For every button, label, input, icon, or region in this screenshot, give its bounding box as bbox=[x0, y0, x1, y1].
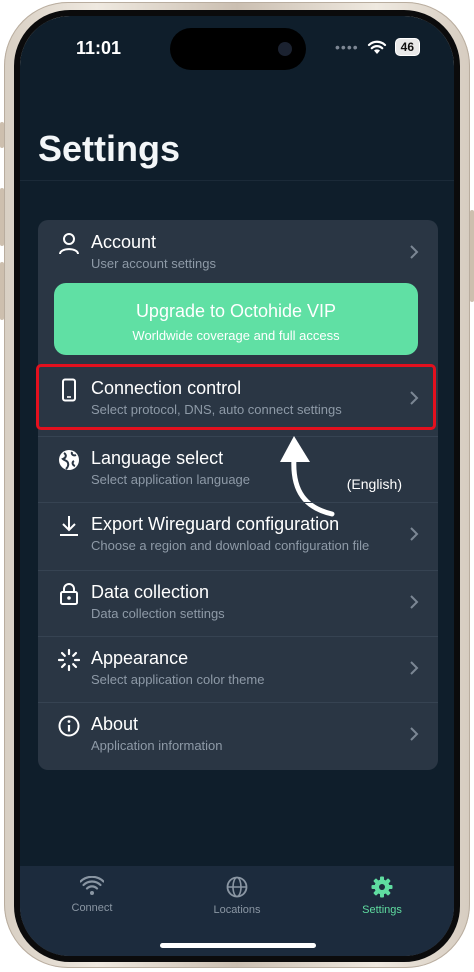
info-icon bbox=[58, 715, 80, 737]
settings-item-language-select[interactable]: Language select Select application langu… bbox=[38, 436, 438, 502]
dynamic-island bbox=[170, 28, 306, 70]
signal-dots-icon: •••• bbox=[335, 39, 359, 55]
settings-item-subtitle: User account settings bbox=[91, 256, 217, 271]
settings-item-subtitle: Select application color theme bbox=[91, 672, 265, 687]
wifi-icon bbox=[80, 876, 104, 895]
chevron-right-icon bbox=[410, 661, 419, 675]
chevron-right-icon bbox=[410, 595, 419, 609]
settings-item-title: Appearance bbox=[91, 648, 189, 668]
language-value: (English) bbox=[346, 476, 402, 492]
tab-label: Connect bbox=[71, 902, 113, 914]
settings-item-title: About bbox=[91, 714, 139, 734]
volume-down-button bbox=[0, 262, 4, 320]
chevron-right-icon bbox=[410, 527, 419, 541]
tab-settings[interactable]: Settings bbox=[322, 876, 442, 916]
settings-item-about[interactable]: About Application information bbox=[38, 702, 438, 768]
upgrade-vip-button[interactable]: Upgrade to Octohide VIP Worldwide covera… bbox=[54, 283, 418, 355]
settings-item-title: Language select bbox=[91, 448, 224, 468]
globe-icon bbox=[226, 876, 248, 898]
tab-label: Locations bbox=[213, 904, 261, 916]
title-divider bbox=[20, 180, 454, 181]
settings-item-subtitle: Choose a region and download configurati… bbox=[91, 538, 370, 553]
status-icons: •••• 46 bbox=[335, 38, 420, 56]
tab-locations[interactable]: Locations bbox=[177, 876, 297, 916]
page-title: Settings bbox=[38, 128, 181, 169]
home-indicator[interactable] bbox=[160, 943, 316, 948]
status-time: 11:01 bbox=[76, 38, 122, 58]
spinner-icon bbox=[58, 648, 80, 672]
settings-item-export-wireguard[interactable]: Export Wireguard configuration Choose a … bbox=[38, 502, 438, 568]
volume-up-button bbox=[0, 188, 4, 246]
gear-icon bbox=[371, 876, 393, 898]
settings-item-subtitle: Select application language bbox=[91, 472, 251, 487]
settings-item-subtitle: Application information bbox=[91, 738, 223, 753]
upgrade-subtitle: Worldwide coverage and full access bbox=[132, 328, 340, 343]
wifi-status-icon bbox=[367, 40, 386, 54]
settings-item-data-collection[interactable]: Data collection Data collection settings bbox=[38, 570, 438, 636]
settings-item-title: Data collection bbox=[91, 582, 210, 602]
upgrade-title: Upgrade to Octohide VIP bbox=[135, 301, 337, 321]
user-icon bbox=[59, 233, 79, 255]
settings-item-title: Export Wireguard configuration bbox=[91, 514, 340, 534]
battery-indicator: 46 bbox=[394, 38, 420, 56]
download-icon bbox=[60, 516, 78, 536]
tab-connect[interactable]: Connect bbox=[32, 876, 152, 914]
action-button bbox=[0, 122, 4, 148]
settings-list: Account User account settings Upgrade to… bbox=[36, 220, 438, 770]
tab-bar: Connect Locations Settings bbox=[20, 866, 454, 956]
status-bar: 11:01 •••• 46 bbox=[20, 16, 454, 76]
phone-screen: 11:01 •••• 46 Settings Account User acco… bbox=[14, 10, 460, 962]
tab-label: Settings bbox=[362, 904, 402, 916]
globe-icon bbox=[59, 450, 79, 470]
settings-item-appearance[interactable]: Appearance Select application color them… bbox=[38, 636, 438, 702]
settings-item-title: Account bbox=[91, 232, 157, 252]
power-button bbox=[470, 210, 474, 302]
settings-item-account[interactable]: Account User account settings bbox=[38, 220, 438, 286]
lock-icon bbox=[60, 583, 78, 605]
highlight-box bbox=[36, 364, 436, 430]
chevron-right-icon bbox=[410, 727, 419, 741]
camera-icon bbox=[278, 42, 292, 56]
chevron-right-icon bbox=[410, 245, 419, 259]
settings-item-subtitle: Data collection settings bbox=[91, 606, 225, 621]
